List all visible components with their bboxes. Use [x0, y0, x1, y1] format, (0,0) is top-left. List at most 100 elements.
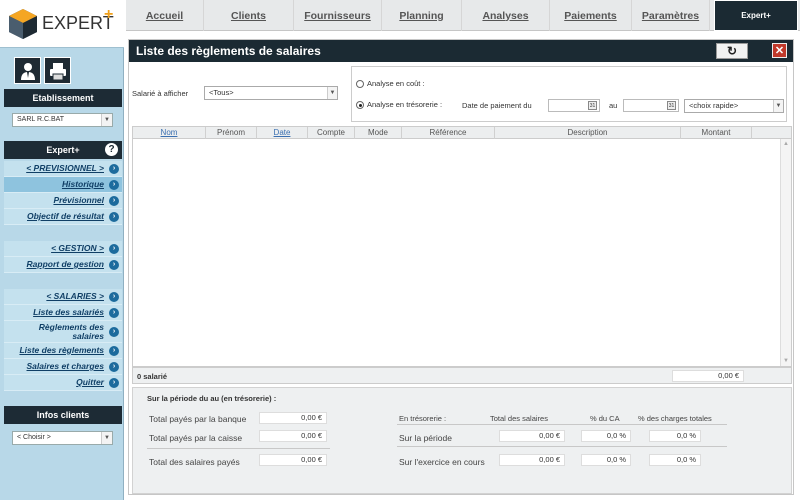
top-navigation: Accueil Clients Fournisseurs Planning An… [126, 0, 800, 31]
periode-label: Sur la période [399, 433, 452, 443]
etablissement-header: Etablissement [4, 89, 122, 107]
chevron-down-icon: ▼ [773, 100, 783, 112]
printer-icon[interactable] [44, 57, 71, 84]
date-from-input[interactable]: 31 [548, 99, 600, 112]
col-prenom: Prénom [216, 128, 245, 137]
expert-logo[interactable]: EXPERT + [0, 0, 124, 48]
expert-plus-title: Expert+ [46, 145, 80, 155]
menu-liste-reglements[interactable]: Liste des règlements › [4, 343, 122, 359]
radio-cout-label: Analyse en coût : [367, 79, 425, 88]
col-total-salaires: Total des salaires [490, 414, 548, 423]
menu-salaries-section[interactable]: < SALARIES > › [4, 289, 122, 305]
arrow-right-icon: › [109, 260, 119, 270]
salarie-count: 0 salarié [137, 372, 168, 381]
tab-fournisseurs[interactable]: Fournisseurs [294, 0, 382, 31]
arrow-right-icon: › [109, 308, 119, 318]
user-profile-icon[interactable] [14, 57, 41, 84]
tab-parametres[interactable]: Paramètres [632, 0, 710, 31]
total-salaires-label: Total des salaires payés [149, 457, 240, 467]
sidebar: EXPERT + Etablissement SARL R.C.BAT ▼ Ex… [0, 0, 124, 500]
salarie-label: Salarié à afficher [132, 89, 189, 98]
help-icon[interactable]: ? [105, 143, 118, 156]
divider [397, 424, 727, 425]
salarie-select[interactable]: <Tous> ▼ [204, 86, 338, 100]
periode-pct-ca: 0,0 % [581, 430, 631, 442]
infos-clients-header: Infos clients [4, 406, 122, 424]
expert-plus-header: Expert+ ? [4, 141, 122, 159]
menu-gestion-section[interactable]: < GESTION > › [4, 241, 122, 257]
periode-pct-charges: 0,0 % [649, 430, 701, 442]
refresh-button[interactable]: ↻ [716, 43, 748, 59]
tab-paiements[interactable]: Paiements [550, 0, 632, 31]
arrow-right-icon: › [109, 378, 119, 388]
etablissement-select[interactable]: SARL R.C.BAT ▼ [12, 113, 113, 127]
total-amount: 0,00 € [672, 370, 744, 382]
menu-liste-salaries[interactable]: Liste des salariés › [4, 305, 122, 321]
col-date[interactable]: Date [257, 128, 307, 137]
col-compte: Compte [316, 128, 345, 137]
menu-rapport-gestion[interactable]: Rapport de gestion › [4, 257, 122, 273]
menu-historique[interactable]: Historique › [4, 177, 122, 193]
summary-panel: Sur la période du au (en trésorerie) : T… [132, 387, 792, 494]
chevron-down-icon: ▼ [101, 114, 112, 126]
tab-analyses[interactable]: Analyses [462, 0, 550, 31]
logo-word: EXPERT [42, 13, 114, 33]
salarie-value: <Tous> [209, 88, 234, 97]
divider [397, 446, 727, 447]
menu-previsionnel-section[interactable]: < PREVISIONNEL > › [4, 161, 122, 177]
arrow-right-icon: › [109, 196, 119, 206]
au-label: au [609, 101, 618, 110]
col-pct-ca: % du CA [590, 414, 620, 423]
total-salaires-value: 0,00 € [259, 454, 327, 466]
tab-accueil[interactable]: Accueil [126, 0, 204, 31]
menu-quitter[interactable]: Quitter › [4, 375, 122, 391]
refresh-icon: ↻ [726, 44, 738, 58]
radio-analyse-cout[interactable] [356, 80, 364, 88]
exercice-label: Sur l'exercice en cours [399, 457, 485, 467]
radio-analyse-tresorerie[interactable] [356, 101, 364, 109]
table-scrollbar[interactable]: ▲ ▼ [780, 139, 791, 366]
reglements-table: Nom Prénom Date Compte Mode Référence De… [132, 126, 792, 367]
calendar-icon[interactable]: 31 [667, 101, 676, 110]
chevron-down-icon: ▼ [327, 87, 337, 99]
col-description: Description [567, 128, 608, 137]
summary-title: Sur la période du au (en trésorerie) : [147, 394, 277, 403]
arrow-right-icon: › [109, 164, 119, 174]
menu-objectif-resultat[interactable]: Objectif de résultat › [4, 209, 122, 225]
col-reference: Référence [429, 128, 467, 137]
arrow-right-icon: › [109, 346, 119, 356]
table-header: Nom Prénom Date Compte Mode Référence De… [133, 127, 791, 139]
calendar-icon[interactable]: 31 [588, 101, 597, 110]
divider [147, 448, 330, 449]
menu-previsionnel[interactable]: Prévisionnel › [4, 193, 122, 209]
tab-planning[interactable]: Planning [382, 0, 462, 31]
exercice-pct-ca: 0,0 % [581, 454, 631, 466]
tab-clients[interactable]: Clients [204, 0, 294, 31]
col-mode: Mode [367, 128, 388, 137]
tab-expert-plus[interactable]: Expert+ [714, 0, 798, 31]
periode-total: 0,00 € [499, 430, 565, 442]
col-montant: Montant [701, 128, 731, 137]
totals-row: 0 salarié 0,00 € [132, 367, 792, 384]
analyse-mode-group: Analyse en coût : Analyse en trésorerie … [351, 66, 787, 122]
col-pct-charges: % des charges totales [638, 414, 712, 423]
col-nom[interactable]: Nom [133, 128, 205, 137]
chevron-down-icon: ▼ [101, 432, 112, 444]
arrow-right-icon: › [109, 362, 119, 372]
radio-tresorerie-label: Analyse en trésorerie : [367, 100, 443, 109]
menu-salaires-charges[interactable]: Salaires et charges › [4, 359, 122, 375]
close-button[interactable]: ✕ [772, 43, 787, 58]
infos-clients-select[interactable]: < Choisir > ▼ [12, 431, 113, 445]
caisse-label: Total payés par la caisse [149, 433, 243, 443]
scroll-up-icon[interactable]: ▲ [783, 141, 789, 147]
scroll-down-icon[interactable]: ▼ [783, 358, 789, 364]
caisse-value: 0,00 € [259, 430, 327, 442]
logo-plus: + [104, 6, 114, 23]
menu-reglements-salaires[interactable]: Règlements des salaires › [4, 321, 122, 343]
expert-menu: < PREVISIONNEL > › Historique › Prévisionn… [4, 161, 122, 391]
date-to-input[interactable]: 31 [623, 99, 679, 112]
arrow-right-icon: › [109, 180, 119, 190]
choix-rapide-select[interactable]: <choix rapide> ▼ [684, 99, 784, 113]
col-en-tresorerie: En trésorerie : [399, 414, 447, 423]
arrow-right-icon: › [109, 212, 119, 222]
